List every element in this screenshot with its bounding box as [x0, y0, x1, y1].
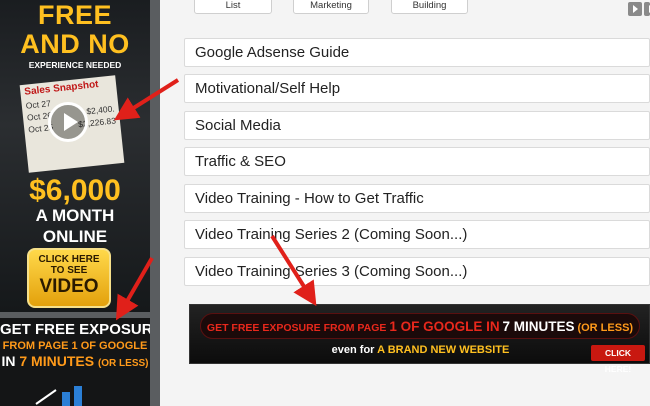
click-to-see-video-button[interactable]: CLICK HERE TO SEE VIDEO — [27, 248, 111, 308]
button-label: Building — [412, 0, 447, 11]
category-video-series-2[interactable]: Video Training Series 2 (Coming Soon...) — [184, 220, 650, 249]
exposure-headline: GET FREE EXPOSURE — [0, 321, 150, 338]
free-exposure-ad-banner[interactable]: GET FREE EXPOSURE FROM PAGE 1 OF GOOGLE … — [0, 318, 150, 406]
ad-headline-pill: GET FREE EXPOSURE FROM PAGE 1 OF GOOGLE … — [200, 313, 640, 339]
exposure-subline: FROM PAGE 1 OF GOOGLE — [2, 340, 148, 352]
exposure-minutes-text: 7 MINUTES — [19, 353, 95, 369]
ad-free-text: FREE — [37, 0, 112, 30]
category-google-adsense[interactable]: Google Adsense Guide — [184, 38, 650, 67]
ad-headline-part: 1 OF GOOGLE IN — [389, 319, 500, 334]
building-button[interactable]: Building — [391, 0, 468, 14]
category-video-series-3[interactable]: Video Training Series 3 (Coming Soon...) — [184, 257, 650, 286]
play-arrow-icon[interactable] — [628, 2, 642, 16]
button-label: Marketing — [310, 0, 352, 11]
video-ad-banner[interactable]: FREE AND NO EXPERIENCE NEEDED Sales Snap… — [0, 0, 150, 312]
category-motivational[interactable]: Motivational/Self Help — [184, 74, 650, 103]
to-see-text: TO SEE — [50, 265, 88, 276]
category-social-media[interactable]: Social Media — [184, 111, 650, 140]
ad-no-experience-text: EXPERIENCE NEEDED — [28, 60, 122, 70]
click-here-text: CLICK HERE — [38, 254, 100, 265]
ad-headline-part: GET FREE EXPOSURE FROM PAGE — [206, 322, 387, 334]
category-traffic-seo[interactable]: Traffic & SEO — [184, 147, 650, 176]
ad-subline-part: even for — [331, 344, 375, 356]
click-here-button[interactable]: CLICK HERE! — [591, 345, 645, 374]
sales-amount — [113, 91, 114, 103]
exposure-in-text: IN — [1, 353, 16, 369]
ad-money-text: $6,000 — [29, 174, 121, 207]
button-label: List — [225, 0, 241, 11]
ad-online-text: ONLINE — [42, 227, 108, 246]
play-icon[interactable] — [48, 102, 88, 142]
ad-subline: even for A BRAND NEW WEBSITE — [190, 344, 650, 356]
ad-subline-part: A BRAND NEW WEBSITE — [377, 344, 510, 356]
category-video-training[interactable]: Video Training - How to Get Traffic — [184, 184, 650, 213]
ad-headline-part: (OR LESS) — [577, 322, 634, 334]
carousel-controls — [628, 2, 650, 16]
next-arrow-icon[interactable] — [644, 2, 650, 16]
ad-month-text: A MONTH — [35, 206, 115, 225]
ad-and-no-text: AND NO — [20, 29, 130, 59]
growth-chart-icon — [35, 386, 82, 406]
ad-headline-part: 7 MINUTES — [502, 319, 575, 334]
free-exposure-wide-ad[interactable]: GET FREE EXPOSURE FROM PAGE 1 OF GOOGLE … — [189, 304, 650, 374]
exposure-or-less-text: (OR LESS) — [97, 358, 149, 369]
marketing-button[interactable]: Marketing — [293, 0, 369, 14]
video-text: VIDEO — [39, 276, 99, 297]
exposure-minutes-line: IN 7 MINUTES (OR LESS) — [0, 353, 150, 369]
main-content: List Marketing Building Google Adsense G… — [160, 0, 650, 406]
list-building-button[interactable]: List — [194, 0, 272, 14]
